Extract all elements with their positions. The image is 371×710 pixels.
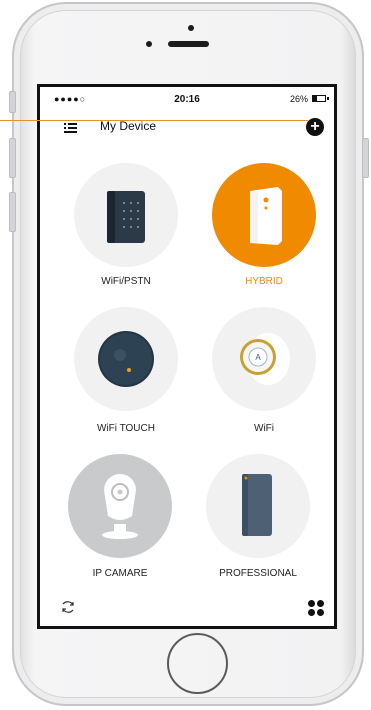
device-wifi-touch[interactable] — [74, 307, 178, 411]
device-label-ip-camera: IP CAMARE — [92, 568, 148, 579]
front-camera — [146, 41, 152, 47]
keypad-panel-icon — [107, 191, 145, 243]
volume-up-button — [9, 138, 16, 178]
battery-icon — [312, 95, 326, 102]
professional-panel-icon — [242, 474, 272, 536]
battery-tip — [327, 97, 329, 100]
page-title: My Device — [100, 119, 157, 133]
mute-switch — [9, 91, 16, 113]
device-professional[interactable] — [206, 454, 310, 558]
app-screen: ●●●●○ 20:16 26% My Device + WiFi/PSTN HY… — [37, 84, 337, 629]
device-wifi[interactable]: A — [212, 307, 316, 411]
svg-text:A: A — [255, 353, 261, 362]
device-hybrid[interactable] — [212, 163, 316, 267]
home-button[interactable] — [167, 633, 228, 694]
power-button — [362, 138, 369, 178]
device-wifi-pstn[interactable] — [74, 163, 178, 267]
round-touch-panel-icon — [98, 331, 154, 387]
menu-icon[interactable] — [64, 123, 77, 134]
nav-bar: My Device + — [40, 109, 334, 141]
annotation-line — [0, 120, 308, 121]
device-label-hybrid: HYBRID — [245, 276, 283, 287]
device-label-wifi-pstn: WiFi/PSTN — [101, 276, 151, 287]
earpiece-speaker — [168, 41, 209, 47]
pir-sensor-icon — [250, 187, 282, 245]
grid-view-icon[interactable] — [308, 600, 324, 616]
device-ip-camera[interactable] — [68, 454, 172, 558]
proximity-sensor — [188, 25, 194, 31]
ip-camera-icon — [102, 474, 138, 539]
battery-percent: 26% — [289, 94, 308, 104]
device-label-professional: PROFESSIONAL — [219, 568, 297, 579]
volume-down-button — [9, 192, 16, 232]
wifi-hub-icon: A — [240, 333, 290, 385]
device-label-wifi: WiFi — [254, 423, 274, 434]
refresh-icon[interactable] — [60, 599, 76, 615]
add-device-icon[interactable]: + — [306, 118, 324, 136]
device-label-wifi-touch: WiFi TOUCH — [97, 423, 155, 434]
status-bar: ●●●●○ 20:16 26% — [40, 87, 334, 109]
